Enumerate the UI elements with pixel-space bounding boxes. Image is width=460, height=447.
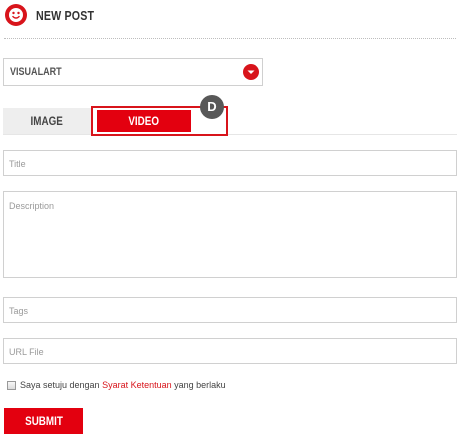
terms-checkbox[interactable] xyxy=(7,381,16,390)
header-divider xyxy=(4,38,456,39)
page-title: NEW POST xyxy=(36,8,95,23)
smiley-icon xyxy=(5,4,27,26)
terms-text-before: Saya setuju dengan xyxy=(20,380,103,390)
category-select-value: VISUALART xyxy=(10,66,62,78)
submit-button[interactable]: SUBMIT xyxy=(4,408,83,434)
terms-link[interactable]: Syarat Ketentuan xyxy=(102,380,172,390)
url-file-input[interactable]: URL File xyxy=(3,338,457,364)
tab-image-label: IMAGE xyxy=(30,114,64,128)
terms-text-after: yang berlaku xyxy=(171,380,226,390)
submit-label: SUBMIT xyxy=(24,414,63,428)
page-header: NEW POST xyxy=(0,0,460,38)
url-file-placeholder: URL File xyxy=(9,347,44,357)
tab-video-label: VIDEO xyxy=(128,114,160,128)
tab-image[interactable]: IMAGE xyxy=(3,108,91,134)
chevron-down-icon[interactable] xyxy=(243,64,259,80)
description-placeholder: Description xyxy=(9,201,55,211)
category-select[interactable]: VISUALART xyxy=(3,58,263,86)
description-textarea[interactable]: Description xyxy=(3,191,457,278)
annotation-badge: D xyxy=(200,95,224,119)
terms-label: Saya setuju dengan Syarat Ketentuan yang… xyxy=(20,380,226,390)
media-tabs: IMAGE VIDEO xyxy=(3,106,457,136)
title-input[interactable]: Title xyxy=(3,150,457,176)
tab-video[interactable]: VIDEO xyxy=(97,110,191,132)
tags-placeholder: Tags xyxy=(9,306,29,316)
title-placeholder: Title xyxy=(9,159,26,169)
tags-input[interactable]: Tags xyxy=(3,297,457,323)
